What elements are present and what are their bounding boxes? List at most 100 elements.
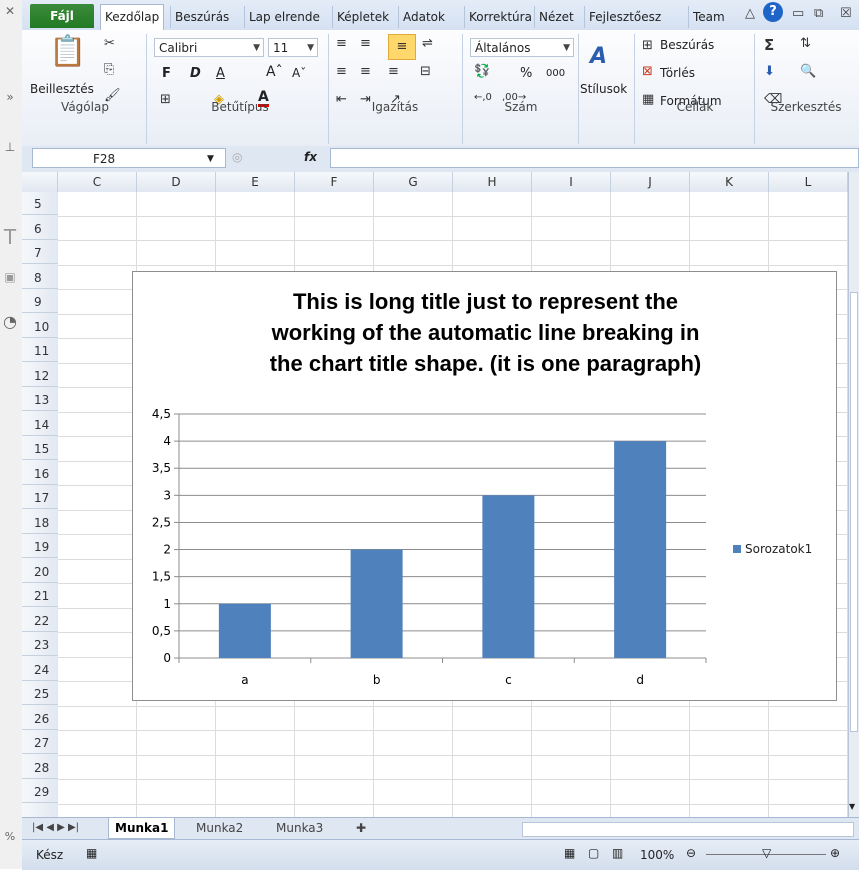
row-header-12[interactable]: 12: [22, 364, 58, 387]
minimize-icon[interactable]: ▭: [792, 6, 804, 21]
column-header-f[interactable]: F: [295, 172, 374, 192]
chart-legend[interactable]: Sorozatok1: [733, 542, 812, 556]
italic-button[interactable]: D: [190, 66, 201, 81]
scroll-down-icon[interactable]: ▼: [849, 802, 855, 811]
autosum-icon[interactable]: Σ: [764, 36, 774, 54]
row-header-11[interactable]: 11: [22, 339, 58, 362]
number-format-select[interactable]: Általános ▼: [470, 38, 574, 57]
font-name-select[interactable]: Calibri ▼: [154, 38, 264, 57]
row-header-27[interactable]: 27: [22, 731, 58, 754]
row-header-26[interactable]: 26: [22, 707, 58, 730]
row-header-19[interactable]: 19: [22, 535, 58, 558]
grow-font-button[interactable]: Aˆ: [266, 64, 283, 80]
row-header-10[interactable]: 10: [22, 315, 58, 338]
sort-filter-icon[interactable]: ⇅: [800, 36, 811, 51]
horizontal-scrollbar[interactable]: [522, 822, 854, 837]
column-header-c[interactable]: C: [58, 172, 137, 192]
row-header-20[interactable]: 20: [22, 560, 58, 583]
merge-center-icon[interactable]: ⊟: [420, 64, 431, 79]
row-header-7[interactable]: 7: [22, 241, 58, 264]
column-header-j[interactable]: J: [611, 172, 690, 192]
restore-icon[interactable]: ⧉: [814, 6, 823, 21]
tab-data[interactable]: Adatok: [398, 6, 449, 28]
paste-button[interactable]: Beillesztés: [30, 82, 94, 96]
first-sheet-icon[interactable]: |◀ ◀ ▶ ▶|: [26, 818, 85, 838]
column-header-d[interactable]: D: [137, 172, 216, 192]
row-header-22[interactable]: 22: [22, 609, 58, 632]
tab-team[interactable]: Team: [688, 6, 729, 28]
column-header-g[interactable]: G: [374, 172, 453, 192]
row-header-21[interactable]: 21: [22, 584, 58, 607]
align-bottom-icon[interactable]: ≡: [388, 34, 416, 60]
row-header-6[interactable]: 6: [22, 217, 58, 240]
tab-developer[interactable]: Fejlesztőesz: [584, 6, 665, 28]
row-header-29[interactable]: 29: [22, 780, 58, 803]
page-layout-view-icon[interactable]: ▢: [588, 846, 599, 860]
column-header-h[interactable]: H: [453, 172, 532, 192]
percent-button[interactable]: %: [520, 66, 532, 81]
macro-record-icon[interactable]: ▦: [86, 846, 97, 860]
row-header-8[interactable]: 8: [22, 266, 58, 289]
align-top-icon[interactable]: ≡: [336, 36, 347, 51]
zoom-slider-thumb[interactable]: ▽: [762, 846, 771, 860]
align-right-icon[interactable]: ≡: [388, 64, 399, 79]
insert-cells-button[interactable]: Beszúrás: [660, 38, 714, 52]
close-icon[interactable]: ✕: [0, 4, 20, 18]
cut-icon[interactable]: ✂: [104, 36, 115, 51]
tab-home[interactable]: Kezdőlap: [100, 4, 165, 30]
copy-icon[interactable]: ⎘: [104, 62, 114, 77]
shrink-font-button[interactable]: Aˇ: [292, 66, 306, 80]
sheet-tab-munka3[interactable]: Munka3: [270, 818, 329, 838]
insert-sheet-icon[interactable]: ✚: [350, 818, 372, 838]
row-header-5[interactable]: 5: [22, 192, 58, 215]
font-size-select[interactable]: 11 ▼: [268, 38, 318, 57]
row-header-28[interactable]: 28: [22, 756, 58, 779]
image-icon[interactable]: ▣: [0, 270, 20, 284]
row-header-17[interactable]: 17: [22, 486, 58, 509]
vertical-scrollbar[interactable]: ▼: [848, 172, 859, 817]
row-header-25[interactable]: 25: [22, 682, 58, 705]
sheet-tab-munka2[interactable]: Munka2: [190, 818, 249, 838]
tab-review[interactable]: Korrektúra: [464, 6, 536, 28]
chart[interactable]: This is long title just to represent the…: [132, 271, 837, 701]
row-header-9[interactable]: 9: [22, 290, 58, 313]
thousands-button[interactable]: 000: [546, 68, 565, 79]
insert-function-button[interactable]: fx: [304, 150, 317, 164]
formula-input[interactable]: [330, 148, 859, 168]
tab-formulas[interactable]: Képletek: [332, 6, 393, 28]
scroll-thumb[interactable]: [850, 292, 858, 732]
tab-view[interactable]: Nézet: [534, 6, 578, 28]
tab-file[interactable]: Fájl: [30, 4, 94, 28]
close-window-icon[interactable]: ☒: [840, 6, 852, 21]
fill-icon[interactable]: ⬇: [764, 64, 775, 79]
styles-button[interactable]: Stílusok: [580, 82, 627, 96]
align-center-icon[interactable]: ≡: [360, 64, 371, 79]
text-icon[interactable]: T: [0, 225, 20, 249]
row-header-16[interactable]: 16: [22, 462, 58, 485]
delete-cells-button[interactable]: Törlés: [660, 66, 695, 80]
expand-chevron-icon[interactable]: »: [0, 90, 20, 104]
column-header-e[interactable]: E: [216, 172, 295, 192]
row-header-14[interactable]: 14: [22, 413, 58, 436]
pin-icon[interactable]: ⊥: [0, 140, 20, 154]
row-header-18[interactable]: 18: [22, 511, 58, 534]
tab-insert[interactable]: Beszúrás: [170, 6, 233, 28]
name-box[interactable]: F28 ▼: [32, 148, 226, 168]
find-select-icon[interactable]: 🔍: [800, 64, 816, 79]
help-icon[interactable]: ?: [763, 2, 783, 22]
row-header-24[interactable]: 24: [22, 658, 58, 681]
tab-page-layout[interactable]: Lap elrende: [244, 6, 324, 28]
formula-cancel-icon[interactable]: ◎: [232, 150, 242, 164]
normal-view-icon[interactable]: ▦: [564, 846, 575, 860]
zoom-in-icon[interactable]: ⊕: [830, 846, 840, 860]
column-header-i[interactable]: I: [532, 172, 611, 192]
row-header-23[interactable]: 23: [22, 633, 58, 656]
clock-icon[interactable]: ◔: [0, 312, 20, 331]
underline-button[interactable]: A: [216, 66, 225, 81]
currency-icon[interactable]: 💱: [474, 64, 490, 79]
row-header-13[interactable]: 13: [22, 388, 58, 411]
bold-button[interactable]: F: [162, 66, 171, 81]
select-all-corner[interactable]: [22, 172, 58, 192]
chevron-down-icon[interactable]: ▼: [207, 149, 214, 169]
paste-icon[interactable]: 📋: [48, 34, 88, 78]
